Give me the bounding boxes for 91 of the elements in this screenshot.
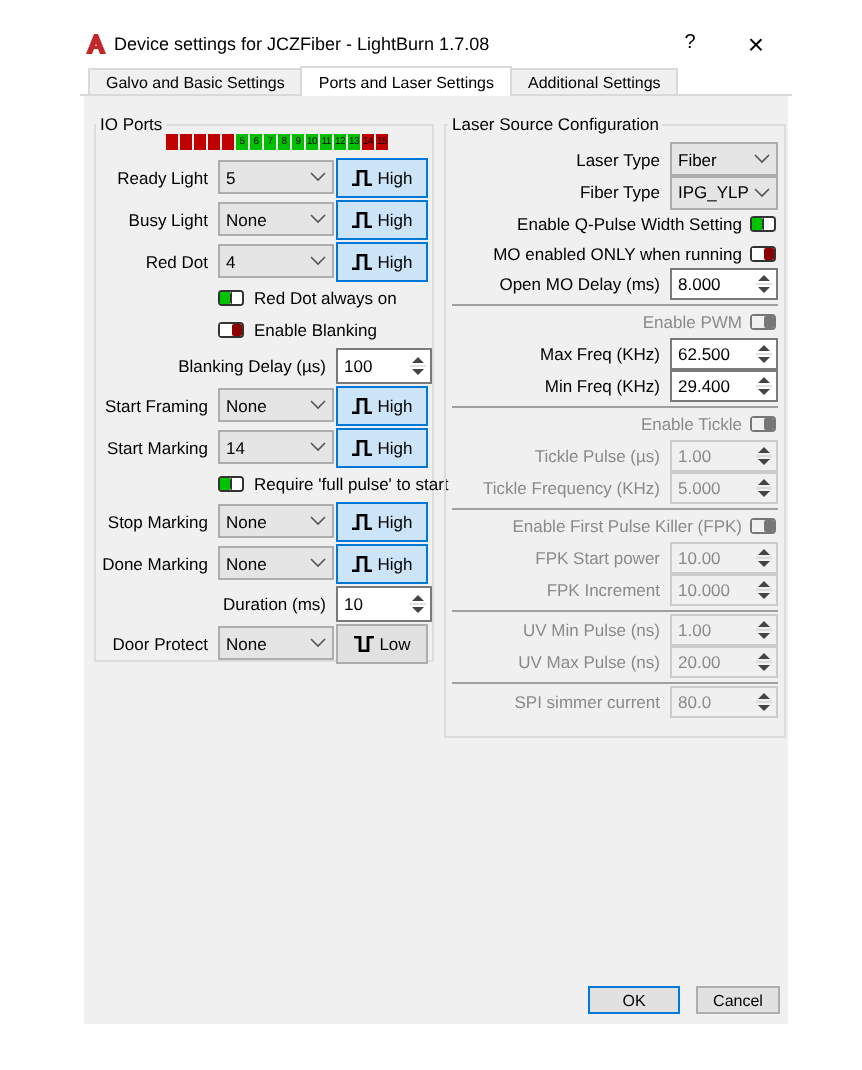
field-label: FPK Increment [544, 580, 660, 601]
field-label: Min Freq (KHz) [542, 376, 660, 397]
field-label: Laser Type [574, 149, 660, 169]
chevron-down-icon [310, 256, 326, 266]
dialog-button[interactable]: OK [588, 986, 680, 1014]
toggle-label: MO enabled ONLY when running [493, 243, 742, 263]
dropdown[interactable]: 5 [218, 160, 334, 194]
spin-field[interactable]: 62.500 [670, 337, 778, 370]
field-label: Red Dot [143, 251, 208, 271]
toggle-switch[interactable] [750, 245, 776, 261]
dropdown[interactable]: None [218, 504, 334, 538]
toggle-label: Enable Tickle [640, 414, 742, 434]
chevron-down-icon [310, 558, 326, 568]
chevron-down-icon [310, 172, 326, 182]
field-label: Blanking Delay (µs) [176, 355, 326, 375]
toggle-switch[interactable] [750, 215, 776, 231]
chevron-down-icon [754, 154, 770, 164]
tab[interactable]: Additional Settings [510, 68, 679, 94]
pulse-icon [351, 555, 372, 571]
field-label: Done Marking [100, 553, 208, 573]
toggle-label: Enable First Pulse Killer (FPK) [512, 516, 742, 536]
field-label: Door Protect [110, 633, 208, 653]
chevron-down-icon [310, 638, 326, 648]
tab[interactable]: Ports and Laser Settings [300, 66, 512, 96]
polarity-button[interactable]: High [336, 241, 428, 281]
field-label: Max Freq (KHz) [538, 343, 660, 364]
field-label: Start Marking [104, 437, 208, 457]
tab[interactable]: Galvo and Basic Settings [88, 68, 303, 94]
field-label: FPK Start power [533, 547, 660, 568]
field-label: Stop Marking [105, 511, 208, 531]
app-icon [86, 33, 106, 53]
pulse-icon [353, 635, 374, 651]
spin-field[interactable]: 100 [336, 347, 432, 383]
field-label: Busy Light [126, 209, 208, 229]
chevron-down-icon [310, 516, 326, 526]
dropdown[interactable]: Fiber [670, 142, 778, 176]
toggle-label: Red Dot always on [254, 288, 397, 308]
spinner-arrows-icon[interactable] [754, 270, 774, 299]
pulse-icon [351, 397, 372, 413]
toggle-switch[interactable] [218, 290, 244, 306]
spinner-arrows-icon[interactable] [754, 372, 774, 401]
toggle-switch[interactable] [218, 476, 244, 492]
pulse-icon [351, 439, 372, 455]
toggle-switch[interactable] [218, 322, 244, 338]
polarity-button[interactable]: High [336, 199, 428, 239]
pulse-icon [351, 169, 372, 185]
polarity-button[interactable]: High [336, 385, 428, 425]
polarity-button[interactable]: High [336, 427, 428, 467]
chevron-down-icon [310, 214, 326, 224]
field-label: UV Min Pulse (ns) [521, 619, 660, 640]
dialog-button[interactable]: Cancel [696, 986, 780, 1014]
pulse-icon [351, 211, 372, 227]
field-label: Fiber Type [577, 182, 660, 202]
field-label: Tickle Frequency (KHz) [481, 478, 660, 499]
chevron-down-icon [754, 187, 770, 197]
help-button[interactable]: ? [660, 23, 720, 63]
polarity-button[interactable]: High [336, 157, 428, 197]
polarity-button[interactable]: High [336, 501, 428, 541]
panel-title: IO Ports [98, 114, 165, 134]
spinner-arrows-icon[interactable] [408, 351, 428, 379]
field-label: Duration (ms) [221, 593, 326, 613]
spin-field[interactable]: 8.000 [670, 268, 778, 301]
dropdown[interactable]: None [218, 388, 334, 422]
dropdown[interactable]: None [218, 202, 334, 236]
field-label: UV Max Pulse (ns) [516, 652, 660, 673]
close-button[interactable]: × [720, 23, 792, 63]
field-label: Ready Light [115, 167, 208, 187]
toggle-label: Enable Q-Pulse Width Setting [517, 213, 742, 233]
panel-title: Laser Source Configuration [450, 114, 661, 134]
dropdown[interactable]: None [218, 546, 334, 580]
field-label: SPI simmer current [512, 691, 660, 712]
toggle-label: Enable Blanking [254, 320, 377, 340]
spin-field[interactable]: 10 [336, 585, 432, 621]
dropdown[interactable]: IPG_YLP [670, 175, 778, 209]
pulse-icon [351, 513, 372, 529]
field-label: Open MO Delay (ms) [497, 274, 660, 295]
polarity-button[interactable]: Low [336, 623, 428, 663]
dropdown[interactable]: None [218, 626, 334, 660]
chevron-down-icon [310, 400, 326, 410]
spin-field[interactable]: 29.400 [670, 370, 778, 403]
polarity-button[interactable]: High [336, 543, 428, 583]
dropdown[interactable]: 4 [218, 244, 334, 278]
window-title: Device settings for JCZFiber - LightBurn 1.7.08 [114, 33, 492, 53]
field-label: Tickle Pulse (µs) [532, 445, 660, 466]
spinner-arrows-icon[interactable] [408, 589, 428, 617]
pulse-icon [351, 253, 372, 269]
toggle-label: Enable PWM [642, 312, 742, 332]
field-label: Start Framing [103, 395, 208, 415]
dropdown[interactable]: 14 [218, 430, 334, 464]
chevron-down-icon [310, 442, 326, 452]
spinner-arrows-icon[interactable] [754, 339, 774, 368]
